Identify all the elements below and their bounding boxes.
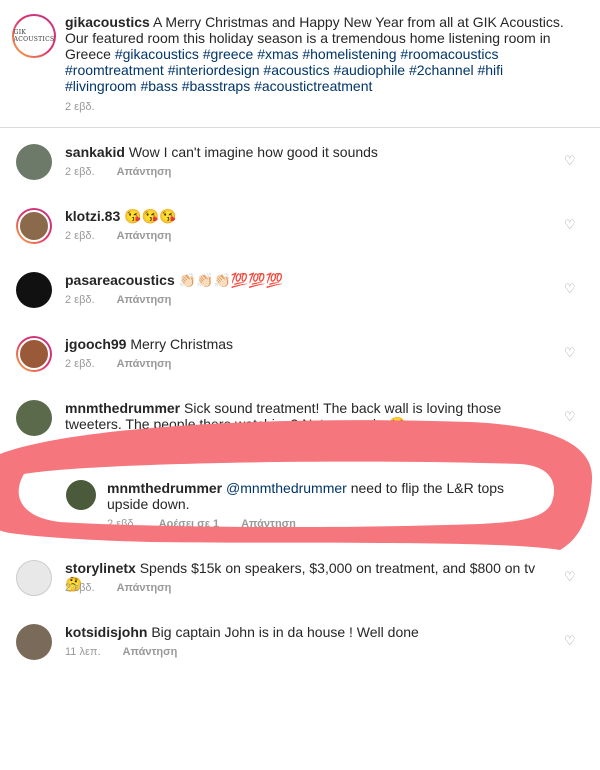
comment-username[interactable]: klotzi.83 [65,208,120,224]
comment-time: 2 εβδ. [65,230,95,242]
avatar[interactable] [16,624,52,660]
heart-icon[interactable]: ♡ [564,218,578,232]
comment-text: Merry Christmas [130,336,234,352]
reply-button[interactable]: Απάντηση [117,166,172,178]
comment-text: Big captain John is in da house ! Well d… [151,624,419,640]
avatar[interactable] [16,208,52,244]
avatar[interactable] [16,272,52,308]
reply-button[interactable]: Απάντηση [117,358,172,370]
comment-time: 2 εβδ. [65,358,95,370]
post-caption: GIK ACOUSTICS gikacoustics A Merry Chris… [0,0,600,128]
comment-text: Wow I can't imagine how good it sounds [128,144,378,160]
comment-time: 2 εβδ. [107,518,137,530]
mention-link[interactable]: @mnmthedrummer [226,480,347,496]
reply-button[interactable]: Απάντηση [241,518,296,530]
caption-username[interactable]: gikacoustics [65,14,150,30]
reply-button[interactable]: Απάντηση [117,582,172,594]
reply-button[interactable]: Απάντηση [123,646,178,658]
reply-button[interactable]: Απάντηση [117,438,172,450]
comment-username[interactable]: sankakid [65,144,125,160]
comment-item: sankakid Wow I can't imagine how good it… [0,144,600,194]
comment-time: 2 εβδ. [65,438,95,450]
comment-time: 2 εβδ. [65,582,95,594]
comment-username[interactable]: storylinetx [65,560,136,576]
comment-item: klotzi.83 😘😘😘 2 εβδ. Απάντηση ♡ [0,208,600,258]
comment-username[interactable]: mnmthedrummer [65,400,180,416]
avatar[interactable] [16,336,52,372]
avatar[interactable] [16,560,52,596]
comment-username[interactable]: jgooch99 [65,336,126,352]
comment-item: mnmthedrummer Sick sound treatment! The … [0,400,600,454]
avatar[interactable]: GIK ACOUSTICS [12,14,56,58]
comment-item: pasareacoustics 👏🏻👏🏻👏🏻💯💯💯 2 εβδ. Απάντηση… [0,272,600,322]
avatar[interactable] [66,480,96,510]
reply-button[interactable]: Απάντηση [117,230,172,242]
heart-icon[interactable]: ♡ [564,346,578,360]
caption-hashtags[interactable]: #gikacoustics #greece #xmas #homelisteni… [65,46,503,94]
heart-icon[interactable]: ♡ [564,570,578,584]
reply-button[interactable]: Απάντηση [117,294,172,306]
comment-time: 2 εβδ. [65,294,95,306]
comment-text: 😘😘😘 [124,208,177,224]
heart-icon[interactable]: ♡ [564,154,578,168]
heart-icon[interactable]: ♡ [564,410,578,424]
comment-username[interactable]: mnmthedrummer [107,480,222,496]
avatar[interactable] [16,400,52,436]
comment-time: 2 εβδ. [65,166,95,178]
comment-username[interactable]: pasareacoustics [65,272,175,288]
caption-timestamp: 2 εβδ. [65,101,95,113]
reply-comment-item: mnmthedrummer @mnmthedrummer need to fli… [0,480,600,534]
comment-item: storylinetx Spends $15k on speakers, $3,… [0,560,600,610]
avatar[interactable] [16,144,52,180]
likes-count[interactable]: Αρέσει σε 1 [159,518,220,530]
caption-text: gikacoustics A Merry Christmas and Happy… [65,14,565,94]
comment-item: kotsidisjohn Big captain John is in da h… [0,624,600,674]
comment-time: 11 λεπ. [65,646,101,658]
gik-logo: GIK ACOUSTICS [13,29,55,43]
heart-icon[interactable]: ♡ [564,490,578,504]
comment-username[interactable]: kotsidisjohn [65,624,147,640]
comment-text: 👏🏻👏🏻👏🏻💯💯💯 [178,272,284,288]
comment-item: jgooch99 Merry Christmas 2 εβδ. Απάντηση … [0,336,600,386]
heart-icon[interactable]: ♡ [564,282,578,296]
heart-icon[interactable]: ♡ [564,634,578,648]
